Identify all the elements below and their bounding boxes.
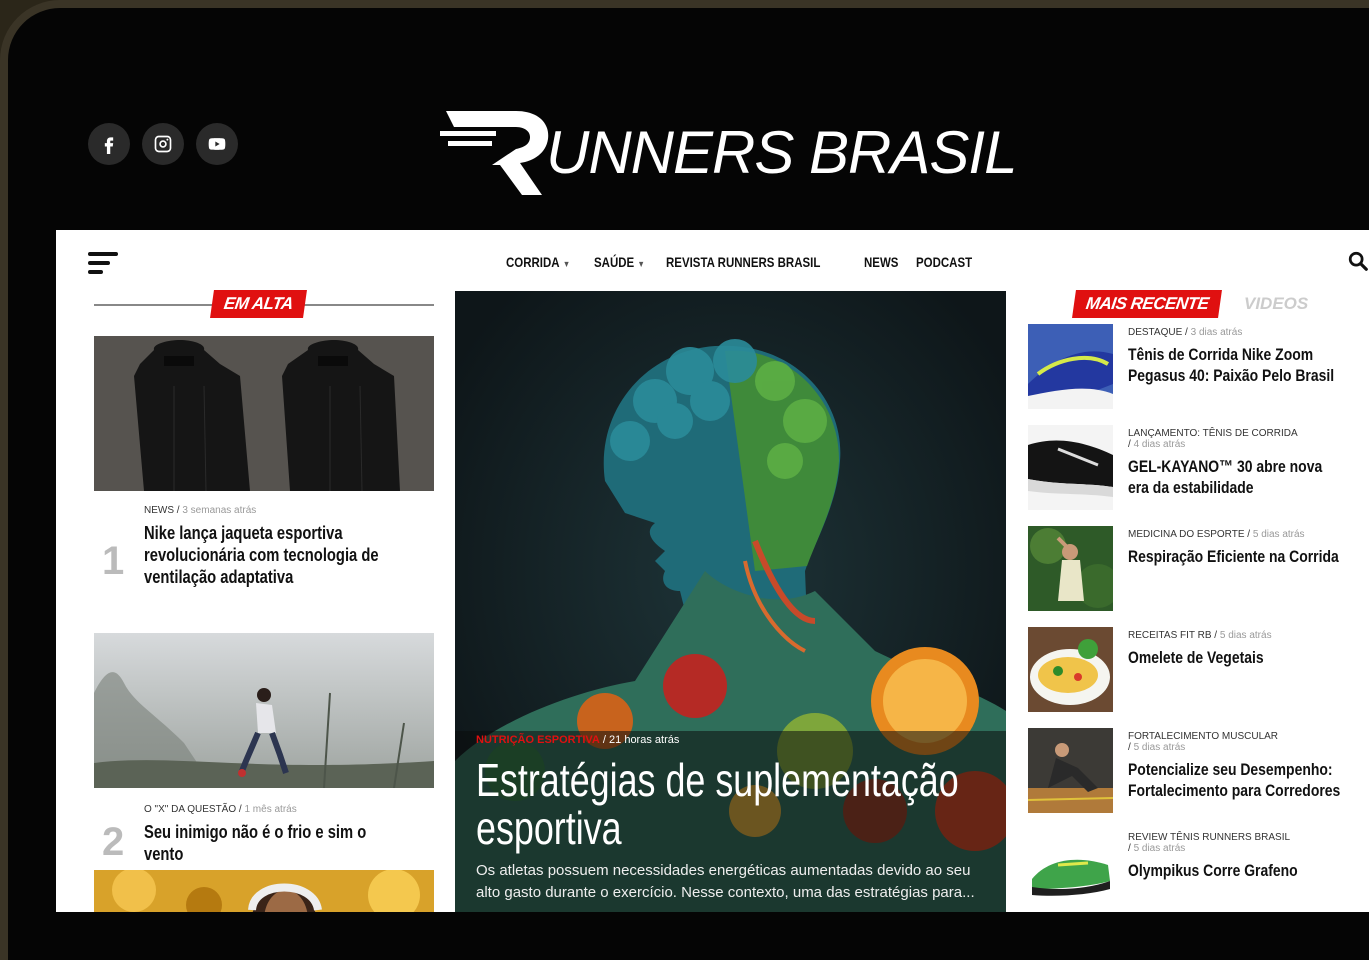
article-title[interactable]: GEL-KAYANO™ 30 abre nova era da estabili… — [1128, 456, 1345, 498]
article-body: FORTALECIMENTO MUSCULAR/ 5 dias atrás Po… — [1113, 728, 1369, 829]
recent-article[interactable]: DESTAQUE / 3 dias atrás Tênis de Corrida… — [1028, 324, 1369, 425]
trending-rank: 1 — [102, 539, 125, 583]
main-nav-bar: CORRIDA ▼ SAÚDE ▼ REVISTA RUNNERS BRASIL N… — [56, 230, 1369, 288]
site-header: UNNERS BRASIL — [8, 8, 1369, 238]
nav-item-corrida[interactable]: CORRIDA ▼ — [506, 254, 570, 270]
tab-mais-recente[interactable]: MAIS RECENTE — [1072, 290, 1223, 318]
article-title[interactable]: Omelete de Vegetais — [1128, 647, 1345, 668]
article-thumbnail — [1028, 728, 1113, 813]
instagram-link[interactable] — [142, 123, 184, 165]
instagram-icon — [154, 135, 172, 153]
facebook-icon — [104, 137, 114, 154]
recent-article[interactable]: LANÇAMENTO: TÊNIS DE CORRIDA/ 4 dias atr… — [1028, 425, 1369, 526]
article-body: RECEITAS FIT RB / 5 dias atrás Omelete d… — [1113, 627, 1369, 728]
tab-videos[interactable]: VIDEOS — [1244, 294, 1308, 314]
article-body: LANÇAMENTO: TÊNIS DE CORRIDA/ 4 dias atr… — [1113, 425, 1369, 526]
hero-title[interactable]: Estratégias de suplementação esportiva — [476, 756, 991, 852]
trending-header: EM ALTA — [94, 288, 434, 324]
social-links — [88, 123, 238, 165]
article-thumbnail[interactable] — [94, 336, 434, 491]
trending-article-2[interactable]: 2 O "X" DA QUESTÃO / 1 mês atrás Seu ini… — [94, 788, 434, 870]
recent-article[interactable]: REVIEW TÊNIS RUNNERS BRASIL/ 5 dias atrá… — [1028, 829, 1369, 912]
article-body: REVIEW TÊNIS RUNNERS BRASIL/ 5 dias atrá… — [1113, 829, 1369, 912]
chevron-down-icon: ▼ — [637, 259, 646, 269]
article-body: DESTAQUE / 3 dias atrás Tênis de Corrida… — [1113, 324, 1369, 425]
article-meta: O "X" DA QUESTÃO / 1 mês atrás — [144, 804, 297, 815]
main-nav: CORRIDA ▼ SAÚDE ▼ REVISTA RUNNERS BRASIL N… — [506, 254, 973, 270]
hero-meta: NUTRIÇÃO ESPORTIVA / 21 horas atrás — [476, 734, 680, 746]
article-meta: FORTALECIMENTO MUSCULAR/ 5 dias atrás — [1128, 731, 1279, 753]
recent-article[interactable]: RECEITAS FIT RB / 5 dias atrás Omelete d… — [1028, 627, 1369, 728]
article-title[interactable]: Respiração Eficiente na Corrida — [1128, 546, 1345, 567]
device-frame: UNNERS BRASIL CORRIDA ▼ SAÚDE ▼ REVISTA RU… — [0, 0, 1369, 960]
article-thumbnail — [1028, 324, 1113, 409]
article-thumbnail — [1028, 829, 1113, 912]
nav-item-podcast[interactable]: PODCAST — [916, 254, 972, 270]
trending-column: EM ALTA 1 NEWS / 3 semanas atrás Nike la… — [94, 288, 434, 912]
article-body: MEDICINA DO ESPORTE / 5 dias atrás Respi… — [1113, 526, 1369, 627]
article-thumbnail — [1028, 526, 1113, 611]
site-logo-text: UNNERS BRASIL — [546, 119, 1017, 186]
article-title[interactable]: Potencialize seu Desempenho: Fortalecime… — [1128, 759, 1345, 801]
runners-r-logo-icon — [440, 111, 549, 195]
hamburger-menu-icon[interactable] — [88, 252, 118, 279]
trending-label: EM ALTA — [210, 290, 307, 318]
recent-article[interactable]: MEDICINA DO ESPORTE / 5 dias atrás Respi… — [1028, 526, 1369, 627]
youtube-link[interactable] — [196, 123, 238, 165]
nav-item-revista[interactable]: REVISTA RUNNERS BRASIL — [666, 254, 820, 270]
hero-excerpt: Os atletas possuem necessidades energéti… — [476, 862, 975, 901]
hero-caption: NUTRIÇÃO ESPORTIVA / 21 horas atrás Estr… — [476, 734, 996, 912]
article-thumbnail[interactable] — [94, 870, 434, 912]
sidebar-tabs: MAIS RECENTE VIDEOS — [1028, 288, 1369, 324]
article-title[interactable]: Olympikus Corre Grafeno — [1128, 860, 1345, 881]
site-logo[interactable]: UNNERS BRASIL — [438, 103, 1017, 198]
nav-item-news[interactable]: NEWS — [864, 254, 898, 270]
youtube-icon — [208, 138, 226, 150]
facebook-link[interactable] — [88, 123, 130, 165]
trending-rank: 2 — [102, 820, 125, 864]
recent-article[interactable]: FORTALECIMENTO MUSCULAR/ 5 dias atrás Po… — [1028, 728, 1369, 829]
article-thumbnail — [1028, 627, 1113, 712]
hero-article[interactable]: NUTRIÇÃO ESPORTIVA / 21 horas atrás Estr… — [455, 291, 1006, 912]
article-meta: REVIEW TÊNIS RUNNERS BRASIL/ 5 dias atrá… — [1128, 832, 1291, 854]
article-thumbnail[interactable] — [94, 633, 434, 788]
site-content: CORRIDA ▼ SAÚDE ▼ REVISTA RUNNERS BRASIL N… — [56, 230, 1369, 912]
search-icon[interactable] — [1347, 250, 1369, 272]
trending-article-1[interactable]: 1 NEWS / 3 semanas atrás Nike lança jaqu… — [94, 505, 434, 633]
hero-category[interactable]: NUTRIÇÃO ESPORTIVA — [476, 734, 600, 746]
article-meta: DESTAQUE / 3 dias atrás — [1128, 327, 1243, 338]
article-thumbnail — [1028, 425, 1113, 510]
recent-sidebar: MAIS RECENTE VIDEOS DESTAQUE / 3 dias at… — [1028, 288, 1369, 912]
chevron-down-icon: ▼ — [562, 259, 571, 269]
article-meta: NEWS / 3 semanas atrás — [144, 505, 257, 516]
nav-item-saude[interactable]: SAÚDE ▼ — [594, 254, 645, 270]
article-title[interactable]: Tênis de Corrida Nike Zoom Pegasus 40: P… — [1128, 344, 1345, 386]
article-title[interactable]: Nike lança jaqueta esportiva revolucioná… — [144, 522, 390, 588]
article-meta: RECEITAS FIT RB / 5 dias atrás — [1128, 630, 1272, 641]
article-meta: MEDICINA DO ESPORTE / 5 dias atrás — [1128, 529, 1305, 540]
article-title[interactable]: Seu inimigo não é o frio e sim o vento — [144, 821, 390, 865]
article-meta: LANÇAMENTO: TÊNIS DE CORRIDA/ 4 dias atr… — [1128, 428, 1298, 450]
